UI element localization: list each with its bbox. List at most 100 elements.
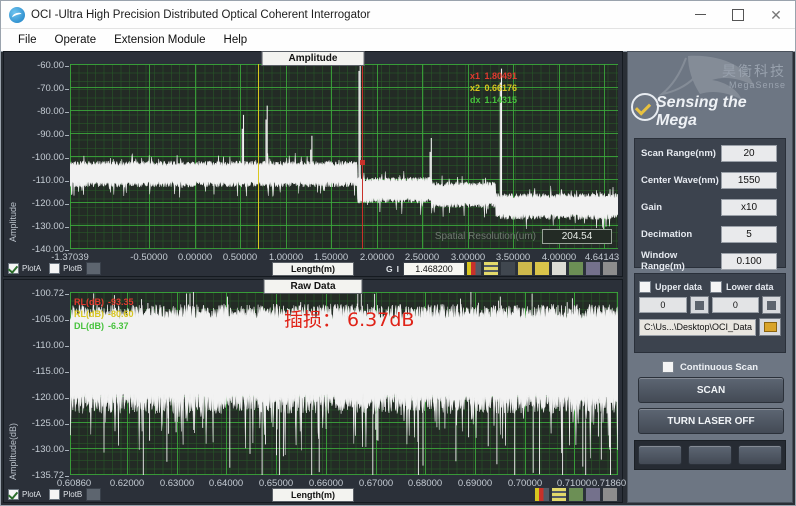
pen-style-icon[interactable] [86, 262, 101, 275]
cursor-x1-name: x1 [468, 70, 483, 82]
maximize-button[interactable] [719, 1, 757, 28]
upper-data-toggle[interactable]: Upper data [639, 281, 710, 293]
center-wave-field[interactable]: 1550 [721, 172, 777, 189]
continuous-scan-toggle[interactable]: Continuous Scan [634, 361, 786, 373]
param-row-center-wave: Center Wave(nm) 1550 [635, 167, 785, 193]
menu-item-help[interactable]: Help [215, 32, 257, 48]
param-row-gain: Gain x10 [635, 194, 785, 220]
raw-plot-b-checkbox-icon [49, 489, 60, 500]
legend-row: DL(dB) -6.37 [72, 320, 136, 332]
raw-plot-a-toggle[interactable]: PlotA [8, 489, 41, 500]
scan-range-label: Scan Range(nm) [641, 148, 721, 159]
upper-save-button[interactable] [690, 296, 709, 314]
floppy-icon [767, 301, 776, 310]
rl-yellow-name: RL(dB) [72, 308, 106, 320]
legend-row: RL(dB) -93.35 [72, 296, 136, 308]
raw-data-plot-area[interactable]: RL(dB) -93.35 RL(dB) -80.60 DL(dB) -6.37 [70, 292, 618, 475]
brand-mark-icon [631, 93, 659, 121]
insertion-loss-annotation: 插损： 6.37dB [284, 305, 414, 332]
lower-data-field[interactable]: 0 [712, 297, 760, 313]
rl-red-value: -93.35 [106, 296, 136, 308]
control-panel: 昊衡科技 MegaSense Sensing the Mega Scan Ran… [627, 51, 793, 503]
zoom-scale-icon[interactable] [517, 261, 533, 276]
cursor-palette-icon[interactable] [466, 261, 482, 276]
scan-button[interactable]: SCAN [638, 377, 784, 403]
minimize-button[interactable] [681, 1, 719, 28]
raw-zoom-tool-icon[interactable] [585, 487, 601, 502]
plot-b-label: PlotB [63, 264, 82, 273]
raw-data-graph-footer: PlotA PlotB Length(m) [4, 487, 622, 502]
cursor-value-field[interactable]: 1.468200 [403, 262, 465, 276]
raw-crosshair-icon[interactable] [568, 487, 584, 502]
cursor-dx-name: dx [468, 94, 483, 106]
legend-row: x2 0.66176 [468, 82, 519, 94]
spatial-resolution-value: 204.54 [542, 229, 612, 244]
decimation-field[interactable]: 5 [721, 226, 777, 243]
raw-pen-style-icon[interactable] [86, 488, 101, 501]
rl-red-name: RL(dB) [72, 296, 106, 308]
param-row-scan-range: Scan Range(nm) 20 [635, 140, 785, 166]
amplitude-x-axis-label: Length(m) [272, 262, 354, 276]
plot-a-toggle[interactable]: PlotA [8, 263, 41, 274]
raw-cursor-palette-icon[interactable] [534, 487, 550, 502]
menu-item-operate[interactable]: Operate [46, 32, 106, 48]
upper-data-label: Upper data [655, 282, 702, 292]
lower-data-checkbox-icon [710, 281, 722, 293]
continuous-scan-label: Continuous Scan [680, 362, 758, 373]
window-title: OCI -Ultra High Precision Distributed Op… [31, 9, 681, 21]
data-checkbox-row: Upper data Lower data [635, 278, 785, 296]
zoom-tool-icon[interactable] [585, 261, 601, 276]
cursor-x2[interactable] [258, 64, 259, 249]
cursor-x1[interactable] [362, 64, 363, 249]
cursor-x2-name: x2 [468, 82, 483, 94]
scan-range-field[interactable]: 20 [721, 145, 777, 162]
save-path-field[interactable]: C:\Us...\Desktop\OCI_Data [639, 319, 756, 336]
menu-item-file[interactable]: File [9, 32, 46, 48]
y-tick: -105.00 [8, 314, 64, 325]
lower-data-toggle[interactable]: Lower data [710, 281, 781, 293]
window-range-field[interactable]: 0.100 [721, 253, 777, 270]
maximize-icon [732, 9, 744, 21]
annotation-icon[interactable] [551, 261, 567, 276]
turn-laser-off-button[interactable]: TURN LASER OFF [638, 408, 784, 434]
raw-data-x-axis-label: Length(m) [272, 488, 354, 502]
graphs-column: Amplitude Amplitude -60.00 -70.00 -80.00… [3, 51, 625, 503]
minimize-icon [695, 14, 706, 15]
folder-icon [764, 322, 777, 332]
raw-pan-hand-icon[interactable] [602, 487, 618, 502]
y-tick: -100.72 [8, 288, 64, 299]
floppy-icon [695, 301, 704, 310]
gain-field[interactable]: x10 [721, 199, 777, 216]
lock-scale-icon[interactable] [534, 261, 550, 276]
extra-button-3[interactable] [738, 445, 782, 465]
upper-data-field[interactable]: 0 [639, 297, 687, 313]
brand-en-name: MegaSense [729, 80, 786, 90]
pan-hand-icon[interactable] [602, 261, 618, 276]
crosshair-icon[interactable] [568, 261, 584, 276]
browse-folder-button[interactable] [759, 318, 781, 336]
lower-save-button[interactable] [762, 296, 781, 314]
brand-logo: 昊衡科技 MegaSense Sensing the Mega [628, 52, 792, 132]
raw-data-graph: Raw Data Amplitude(dB) -100.72 -105.00 -… [3, 279, 623, 503]
waveform-icon[interactable] [500, 261, 516, 276]
main-body: Amplitude Amplitude -60.00 -70.00 -80.00… [1, 51, 795, 505]
close-button[interactable]: ✕ [757, 1, 795, 28]
extra-button-2[interactable] [688, 445, 732, 465]
y-tick: -110.00 [8, 175, 64, 186]
y-tick: -110.00 [8, 340, 64, 351]
plot-b-toggle[interactable]: PlotB [49, 263, 82, 274]
menu-item-extension-module[interactable]: Extension Module [105, 32, 214, 48]
spatial-resolution: Spatial Resolution(um) 204.54 [435, 229, 612, 244]
amplitude-plot-area[interactable]: x1 1.80491 x2 0.66176 dx 1.14315 [70, 64, 618, 249]
window-controls: ✕ [681, 1, 795, 28]
plot-a-label: PlotA [22, 264, 41, 273]
raw-plot-b-toggle[interactable]: PlotB [49, 489, 82, 500]
legend-row: dx 1.14315 [468, 94, 519, 106]
data-value-row: 0 0 [635, 296, 785, 314]
raw-line-style-icon[interactable] [551, 487, 567, 502]
cursor-dx-value: 1.14315 [483, 94, 520, 106]
line-style-icon[interactable] [483, 261, 499, 276]
brand-cn-name: 昊衡科技 [722, 61, 786, 81]
extra-button-1[interactable] [638, 445, 682, 465]
g-label: G [386, 264, 393, 274]
